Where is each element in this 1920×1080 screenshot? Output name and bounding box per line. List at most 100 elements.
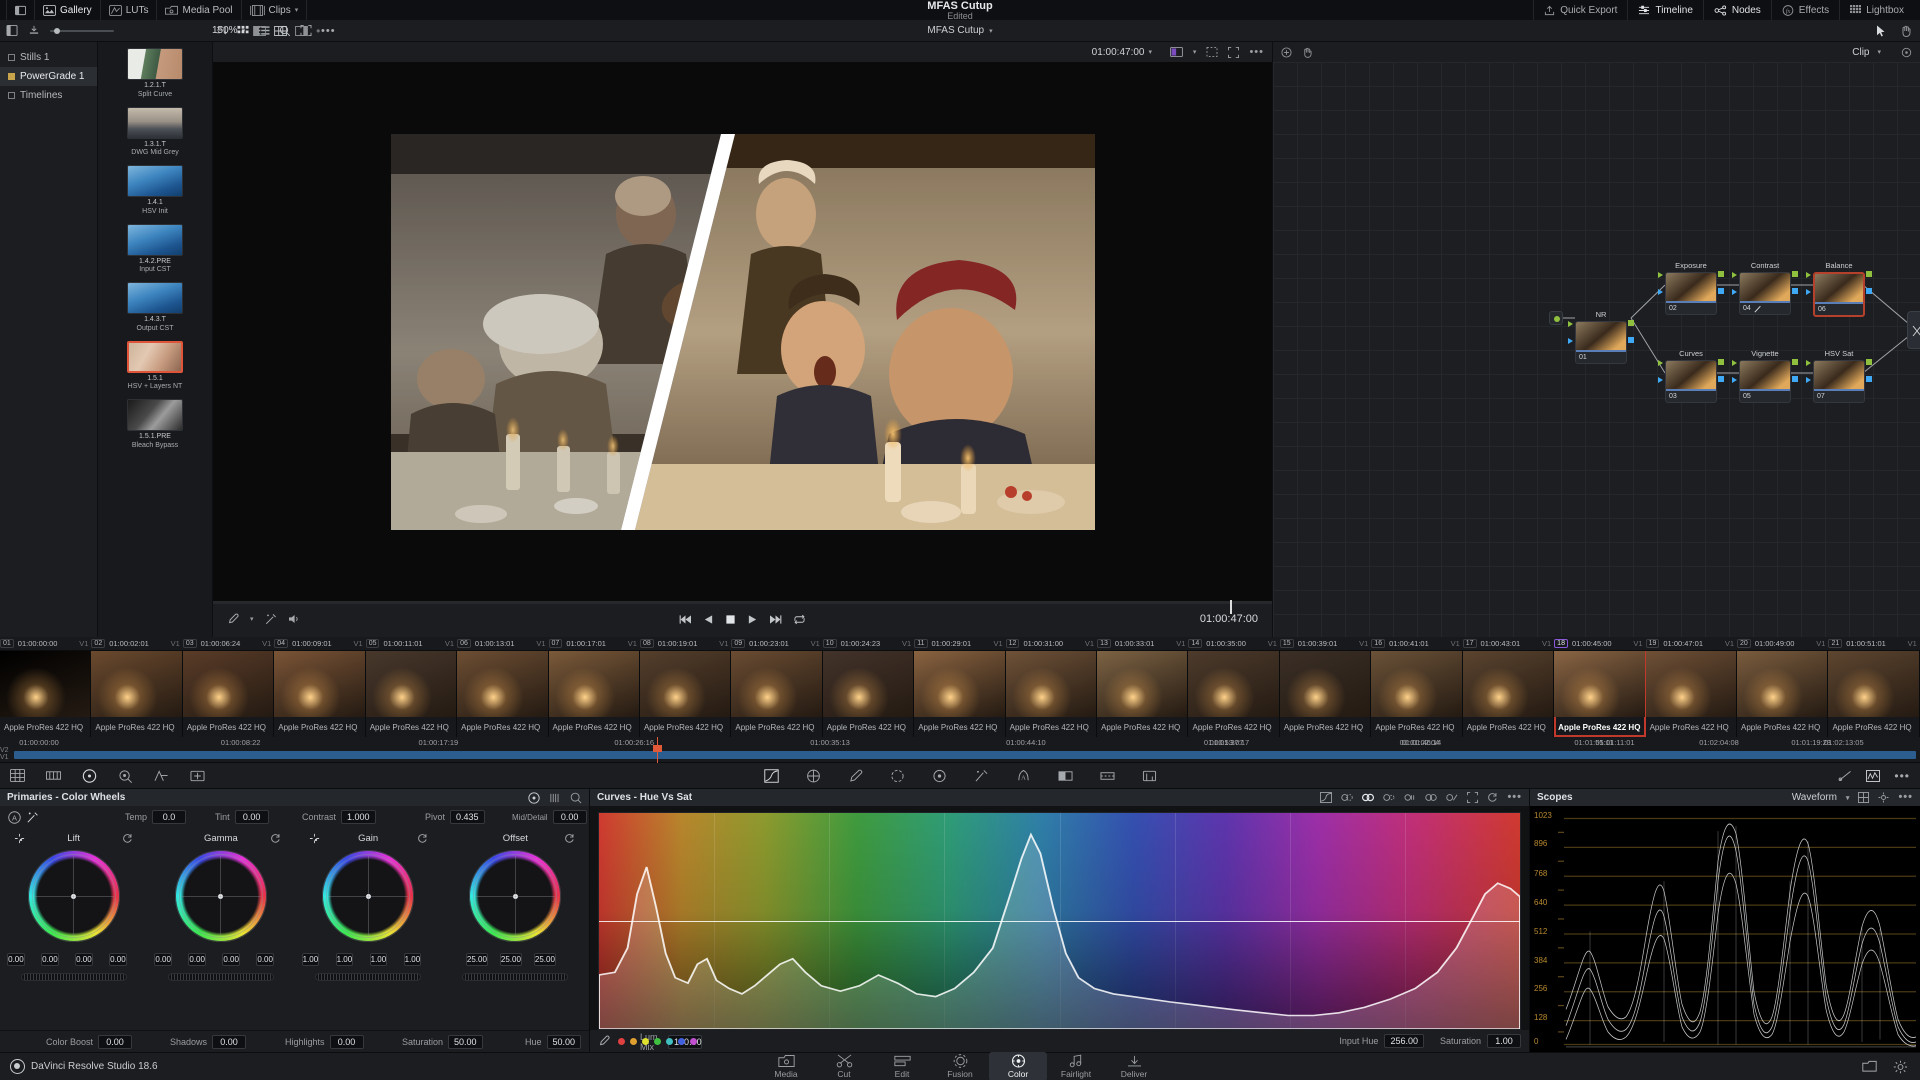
node-input-green[interactable] bbox=[1806, 272, 1811, 278]
timeline-clip[interactable]: Apple ProRes 422 HQ bbox=[1645, 651, 1738, 737]
node-graph-canvas[interactable]: NR 01 Exposure 02 Contrast 04 Balance 06… bbox=[1273, 62, 1920, 637]
zoom-select[interactable]: 150% ▾ bbox=[212, 25, 245, 36]
hue-vs-sat-graph[interactable] bbox=[598, 812, 1521, 1030]
auto-picker-icon[interactable] bbox=[26, 811, 39, 824]
color-bars-mode-icon[interactable] bbox=[549, 792, 561, 804]
window-tool-icon[interactable] bbox=[890, 769, 905, 783]
node-input-blue[interactable] bbox=[1806, 377, 1811, 383]
stop-button[interactable] bbox=[725, 614, 736, 625]
gain-picker-icon[interactable] bbox=[309, 833, 320, 844]
clip-timecode-cell[interactable]: 14 01:00:35:00 V1 bbox=[1188, 639, 1279, 648]
play-reverse-button[interactable] bbox=[703, 614, 714, 625]
tracker-tool-icon[interactable] bbox=[932, 769, 947, 783]
scopes-settings-icon[interactable] bbox=[1878, 792, 1889, 803]
more-options-icon[interactable]: ••• bbox=[1249, 46, 1264, 57]
node-curves[interactable]: Curves 03 bbox=[1658, 349, 1724, 403]
timeline-clip[interactable]: Apple ProRes 422 HQ bbox=[0, 651, 92, 737]
viewer-canvas[interactable] bbox=[213, 62, 1272, 601]
offset-reset-icon[interactable] bbox=[564, 833, 575, 844]
curves-expand-icon[interactable] bbox=[1467, 792, 1479, 803]
clip-timecode-cell[interactable]: 18 01:00:45:00 V1 bbox=[1554, 639, 1645, 648]
nodes-toggle-button[interactable]: Nodes bbox=[1702, 0, 1771, 20]
curve-sat-vs-sat-icon[interactable] bbox=[1425, 792, 1438, 803]
key-tool-icon[interactable] bbox=[1058, 769, 1073, 783]
gain-y-value[interactable]: 1.00 bbox=[301, 953, 320, 966]
gallery-still[interactable]: 1.3.1.T DWG Mid Grey bbox=[127, 106, 183, 159]
lift-picker-icon[interactable] bbox=[14, 833, 25, 844]
node-output-green[interactable] bbox=[1866, 271, 1872, 277]
offset-b-value[interactable]: 25.00 bbox=[533, 953, 556, 966]
thumbnail-size-slider[interactable] bbox=[50, 27, 114, 34]
curve-custom-icon[interactable] bbox=[1320, 792, 1333, 803]
gain-wheel[interactable] bbox=[322, 850, 415, 942]
node-input-blue[interactable] bbox=[1732, 377, 1737, 383]
curve-hue-vs-hue-icon[interactable] bbox=[1341, 792, 1354, 803]
node-input-blue[interactable] bbox=[1732, 289, 1737, 295]
clip-timecode-cell[interactable]: 17 01:00:43:01 V1 bbox=[1462, 639, 1554, 648]
lightbox-button[interactable]: Lightbox bbox=[1839, 0, 1914, 20]
clip-timecode-cell[interactable]: 01 01:00:00:00 V1 bbox=[0, 639, 91, 648]
gain-ring-control[interactable] bbox=[315, 973, 422, 981]
clip-timecode-cell[interactable]: 09 01:00:23:01 V1 bbox=[731, 639, 822, 648]
clip-timecode-cell[interactable]: 12 01:00:31:00 V1 bbox=[1005, 639, 1097, 648]
timeline-clip[interactable]: Apple ProRes 422 HQ bbox=[731, 651, 823, 737]
viewer-timecode[interactable]: 01:00:47:00 bbox=[1092, 47, 1145, 58]
offset-g-value[interactable]: 25.00 bbox=[499, 953, 522, 966]
curve-hue-vs-lum-icon[interactable] bbox=[1383, 792, 1395, 803]
tint-control[interactable]: Tint 0.00 bbox=[215, 810, 269, 824]
safe-area-icon[interactable] bbox=[1206, 47, 1218, 57]
timeline-clip-strip[interactable]: Apple ProRes 422 HQ Apple ProRes 422 HQ Ap… bbox=[0, 651, 1920, 737]
timeline-clip[interactable]: Apple ProRes 422 HQ bbox=[639, 651, 732, 737]
gain-g-value[interactable]: 1.00 bbox=[369, 953, 388, 966]
viewer-display-icon[interactable] bbox=[1170, 47, 1183, 57]
scrubber-playhead[interactable] bbox=[1229, 600, 1232, 614]
timeline-clip[interactable]: Apple ProRes 422 HQ bbox=[548, 651, 640, 737]
clip-timecode-cell[interactable]: 07 01:00:17:01 V1 bbox=[548, 639, 640, 648]
viewer-scrubber[interactable] bbox=[213, 600, 1272, 614]
chevron-down-icon[interactable]: ▾ bbox=[989, 27, 993, 35]
gallery-still[interactable]: 1.4.1 HSV Init bbox=[127, 165, 183, 217]
node-contrast[interactable]: Contrast 04 bbox=[1732, 261, 1798, 315]
mid-detail-control[interactable]: Mid/Detail 0.00 bbox=[512, 810, 587, 824]
timeline-clip[interactable]: Apple ProRes 422 HQ bbox=[365, 651, 458, 737]
clip-timecode-cell[interactable]: 03 01:00:06:24 V1 bbox=[182, 639, 274, 648]
node-output-green[interactable] bbox=[1792, 271, 1798, 277]
color-wheels-mode-icon[interactable] bbox=[528, 791, 540, 804]
highlights-control[interactable]: Highlights 0.00 bbox=[285, 1034, 364, 1049]
timeline-clip[interactable]: Apple ProRes 422 HQ bbox=[182, 651, 275, 737]
blur-tool-icon[interactable]: A bbox=[1016, 769, 1031, 783]
saturation-control[interactable]: Saturation 50.00 bbox=[402, 1034, 483, 1049]
clip-timecode-cell[interactable]: 06 01:00:13:01 V1 bbox=[457, 639, 548, 648]
gamma-g-value[interactable]: 0.00 bbox=[222, 953, 240, 966]
gallery-still[interactable]: 1.4.3.T Output CST bbox=[127, 282, 183, 334]
scopes-layout-icon[interactable] bbox=[1858, 792, 1870, 803]
page-button-color[interactable]: Color bbox=[989, 1052, 1047, 1080]
timeline-clip[interactable]: Apple ProRes 422 HQ bbox=[1371, 651, 1463, 737]
more-options-icon[interactable]: ••• bbox=[1898, 792, 1913, 803]
album-item-timelines[interactable]: Timelines bbox=[0, 86, 97, 105]
gain-r-value[interactable]: 1.00 bbox=[335, 953, 354, 966]
loop-button[interactable] bbox=[793, 614, 806, 625]
node-output-green[interactable] bbox=[1718, 271, 1724, 277]
lift-wheel[interactable] bbox=[27, 850, 120, 942]
curve-hue-vs-sat-icon[interactable] bbox=[1362, 792, 1375, 803]
node-output-blue[interactable] bbox=[1628, 337, 1634, 343]
node-output-blue[interactable] bbox=[1792, 376, 1798, 382]
import-still-icon[interactable] bbox=[28, 25, 40, 36]
fullscreen-viewer-icon[interactable] bbox=[1228, 46, 1240, 58]
page-button-deliver[interactable]: Deliver bbox=[1105, 1052, 1163, 1080]
clip-timecode-cell[interactable]: 05 01:00:11:01 V1 bbox=[365, 639, 457, 648]
mini-timeline-playhead[interactable] bbox=[652, 737, 662, 763]
gamma-wheel[interactable] bbox=[174, 850, 267, 942]
skip-start-button[interactable] bbox=[679, 614, 692, 625]
lift-y-value[interactable]: 0.00 bbox=[7, 953, 25, 966]
album-item-stills-1[interactable]: Stills 1 bbox=[0, 48, 97, 67]
node-input-green[interactable] bbox=[1806, 360, 1811, 366]
timeline-clip[interactable]: Apple ProRes 422 HQ bbox=[914, 651, 1006, 737]
curves-reset-icon[interactable] bbox=[1487, 792, 1498, 803]
curve-hue-swatches[interactable] bbox=[618, 1037, 697, 1045]
gamma-reset-icon[interactable] bbox=[270, 833, 281, 844]
timeline-clip[interactable]: Apple ProRes 422 HQ bbox=[1005, 651, 1098, 737]
quick-export-button[interactable]: Quick Export bbox=[1533, 0, 1627, 20]
chevron-down-icon[interactable]: ▾ bbox=[1148, 48, 1152, 56]
